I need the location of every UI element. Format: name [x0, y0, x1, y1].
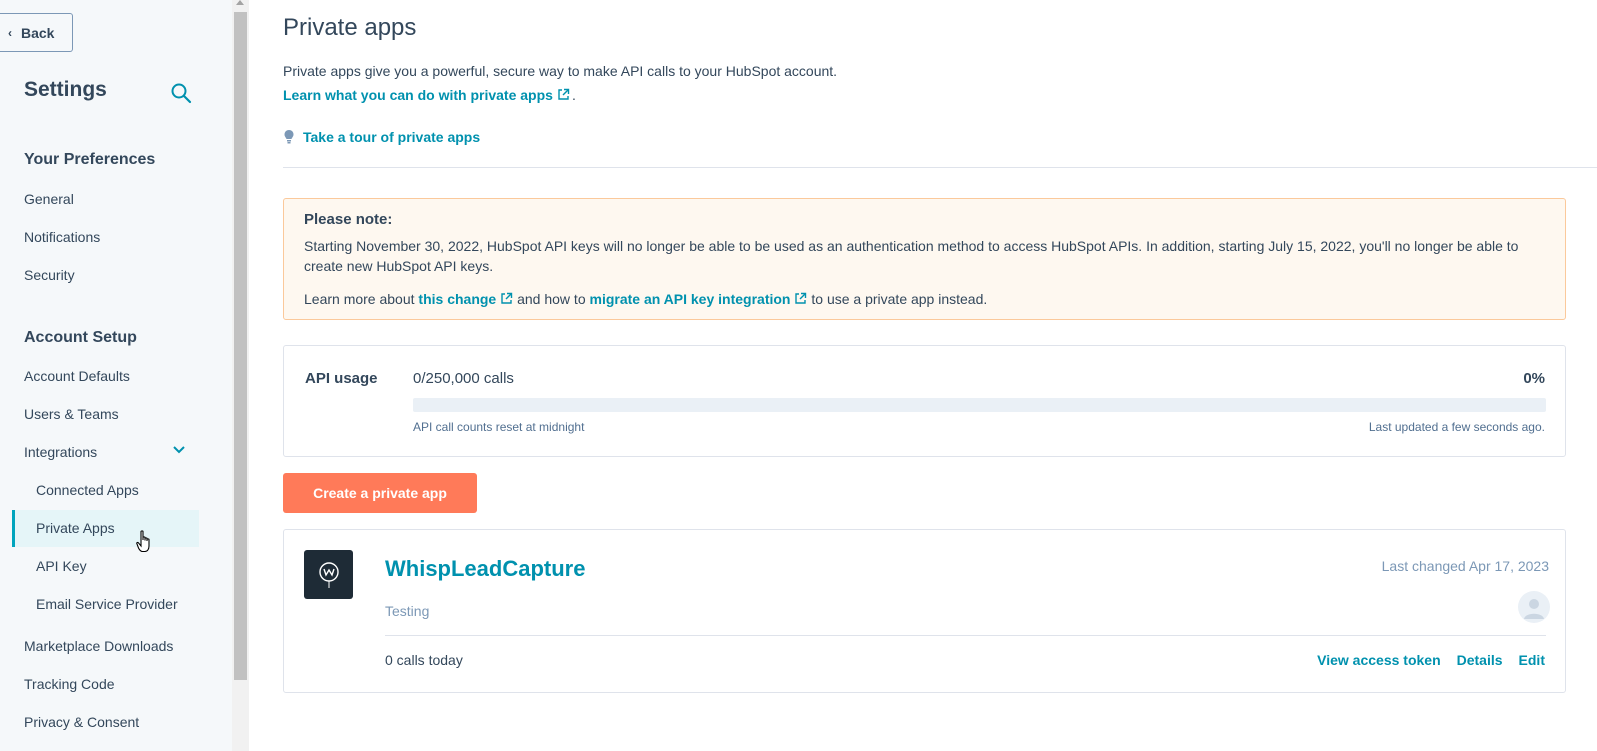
hand-cursor-icon — [136, 530, 150, 553]
app-last-changed: Last changed Apr 17, 2023 — [1381, 558, 1549, 574]
scrollbar-thumb[interactable] — [234, 12, 247, 680]
chevron-down-icon[interactable] — [172, 445, 186, 455]
sidebar-item-tracking-code[interactable]: Tracking Code — [24, 676, 115, 692]
app-description: Testing — [385, 603, 430, 619]
migrate-api-key-link[interactable]: migrate an API key integration — [590, 291, 791, 307]
app-logo-icon — [318, 561, 339, 588]
create-private-app-button[interactable]: Create a private app — [283, 473, 477, 513]
app-actions: View access token Details Edit — [1317, 652, 1545, 668]
settings-sidebar: ‹ Back Settings Your Preferences General… — [0, 0, 232, 751]
section-divider — [283, 167, 1597, 168]
sidebar-title: Settings — [24, 78, 107, 101]
learn-private-apps-link[interactable]: Learn what you can do with private apps — [283, 87, 553, 103]
edit-link[interactable]: Edit — [1519, 652, 1545, 668]
avatar — [1518, 591, 1550, 623]
api-usage-calls: 0/250,000 calls — [413, 370, 514, 387]
back-label: Back — [21, 24, 55, 41]
back-button[interactable]: ‹ Back — [0, 13, 73, 52]
note-heading: Please note: — [304, 211, 393, 228]
api-usage-percent: 0% — [1523, 370, 1545, 387]
sidebar-item-account-defaults[interactable]: Account Defaults — [24, 368, 130, 384]
lightbulb-icon — [284, 130, 294, 144]
details-link[interactable]: Details — [1457, 652, 1503, 668]
chevron-left-icon: ‹ — [8, 25, 12, 40]
note-learn-prefix: Learn more about — [304, 291, 415, 307]
tour-private-apps-link[interactable]: Take a tour of private apps — [303, 129, 480, 145]
external-link-icon — [558, 88, 570, 100]
api-usage-reset-note: API call counts reset at midnight — [413, 420, 585, 434]
section-your-preferences: Your Preferences — [24, 151, 156, 168]
sidebar-item-integrations[interactable]: Integrations — [24, 444, 97, 460]
sidebar-scrollbar[interactable] — [232, 0, 249, 751]
section-account-setup: Account Setup — [24, 329, 137, 346]
note-links-line: Learn more about this change and how to … — [304, 289, 1545, 309]
sidebar-item-connected-apps[interactable]: Connected Apps — [36, 482, 139, 498]
sidebar-item-private-apps[interactable]: Private Apps — [36, 520, 115, 536]
app-logo — [304, 550, 353, 599]
view-access-token-link[interactable]: View access token — [1317, 652, 1440, 668]
page-description: Private apps give you a powerful, secure… — [283, 63, 838, 79]
api-usage-progress-bar — [413, 398, 1546, 412]
api-key-deprecation-note: Please note: Starting November 30, 2022,… — [283, 198, 1566, 320]
search-icon[interactable] — [170, 82, 192, 104]
sidebar-item-security[interactable]: Security — [24, 267, 75, 283]
sidebar-item-api-key[interactable]: API Key — [36, 558, 87, 574]
user-avatar-icon — [1524, 599, 1544, 619]
api-usage-card: API usage 0/250,000 calls 0% API call co… — [283, 345, 1566, 457]
learn-link-suffix: . — [571, 87, 576, 103]
sidebar-item-marketplace-downloads[interactable]: Marketplace Downloads — [24, 638, 173, 654]
sidebar-item-general[interactable]: General — [24, 191, 74, 207]
sidebar-item-email-service-provider[interactable]: Email Service Provider — [36, 596, 178, 612]
api-usage-label: API usage — [305, 370, 378, 387]
external-link-icon — [795, 292, 807, 304]
sidebar-item-users-teams[interactable]: Users & Teams — [24, 406, 119, 422]
app-card-divider — [385, 635, 1546, 636]
app-name-link[interactable]: WhispLeadCapture — [385, 556, 585, 582]
page-title: Private apps — [283, 14, 417, 41]
note-suffix: to use a private app instead. — [811, 291, 988, 307]
scroll-up-arrow-icon[interactable] — [236, 0, 244, 5]
app-calls-today: 0 calls today — [385, 652, 463, 668]
note-middle-text: and how to — [517, 291, 586, 307]
private-app-card: WhispLeadCapture Testing Last changed Ap… — [283, 529, 1566, 693]
this-change-link[interactable]: this change — [418, 291, 496, 307]
sidebar-item-notifications[interactable]: Notifications — [24, 229, 100, 245]
api-usage-updated-note: Last updated a few seconds ago. — [1368, 420, 1545, 434]
tour-link-row[interactable]: Take a tour of private apps — [283, 129, 480, 145]
learn-link-row: Learn what you can do with private apps. — [283, 87, 576, 105]
sidebar-item-privacy-consent[interactable]: Privacy & Consent — [24, 714, 139, 730]
external-link-icon — [501, 292, 513, 304]
note-body: Starting November 30, 2022, HubSpot API … — [304, 238, 1519, 274]
